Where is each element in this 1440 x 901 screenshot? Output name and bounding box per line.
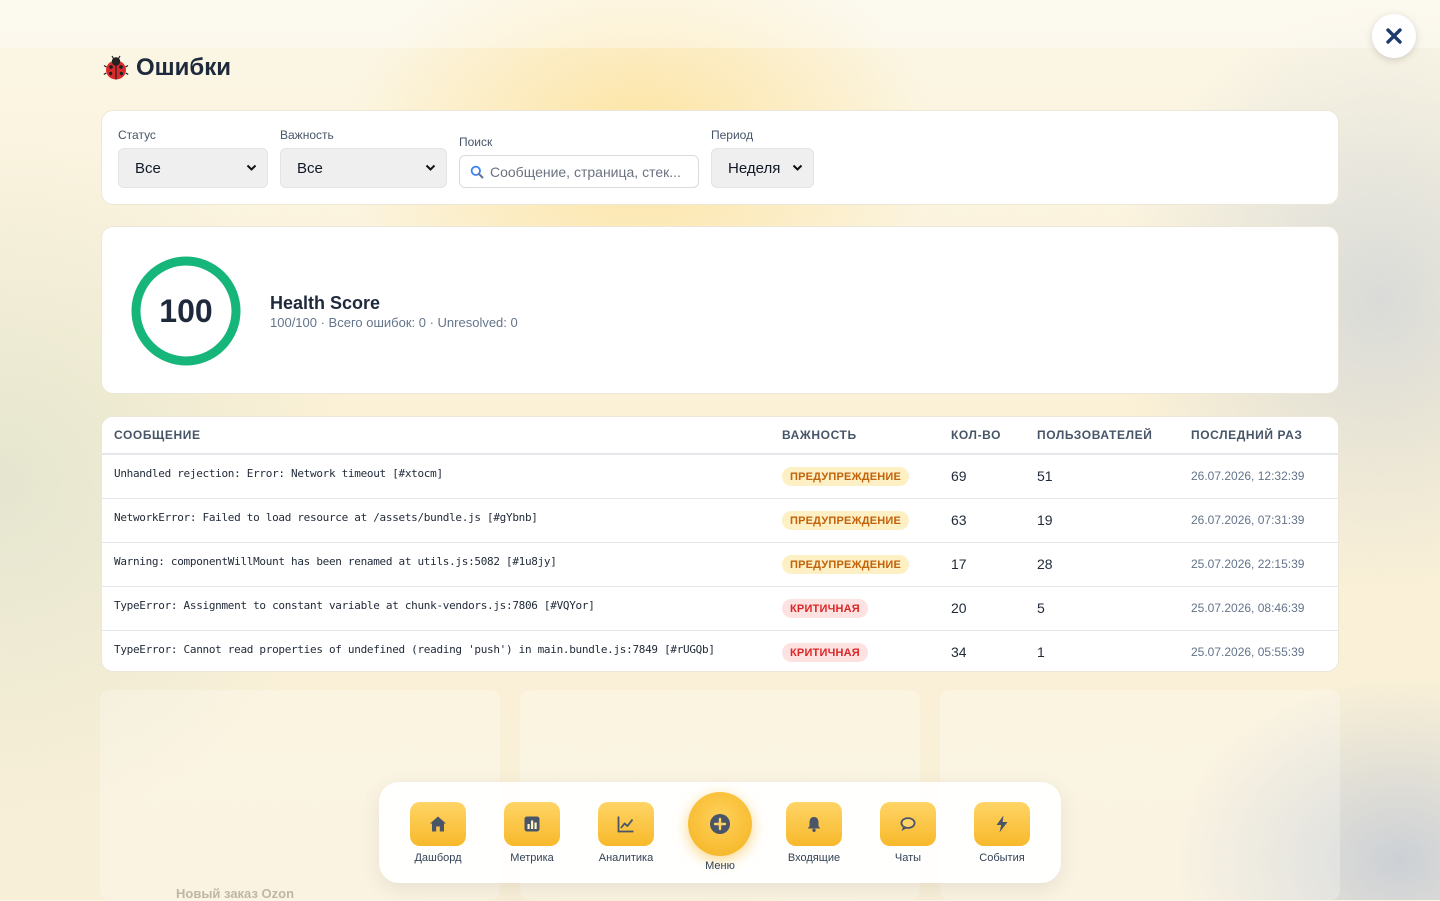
search-placeholder: Сообщение, страница, стек... <box>490 163 681 180</box>
dock-label: Входящие <box>787 852 841 864</box>
bottom-dock: Дашборд Метрика Аналитика Меню Входящие … <box>379 782 1061 883</box>
last-seen: 25.07.2026, 05:55:39 <box>1191 645 1305 659</box>
health-score-subtitle: 100/100 · Всего ошибок: 0 · Unresolved: … <box>270 315 518 330</box>
error-message: NetworkError: Failed to load resource at… <box>114 511 538 524</box>
page-title: Ошибки <box>102 54 231 82</box>
table-header: СООБЩЕНИЕ ВАЖНОСТЬ КОЛ-ВО ПОЛЬЗОВАТЕЛЕЙ … <box>102 417 1338 455</box>
table-row[interactable]: TypeError: Assignment to constant variab… <box>102 586 1338 631</box>
search-label: Поиск <box>459 135 493 149</box>
status-select-value: Все <box>135 159 161 177</box>
ladybug-icon <box>103 55 129 80</box>
bar-chart-icon <box>504 802 560 846</box>
period-select[interactable]: Неделя <box>711 148 814 188</box>
error-count: 34 <box>951 644 967 660</box>
table-row[interactable]: TypeError: Cannot read properties of und… <box>102 630 1338 671</box>
last-seen: 25.07.2026, 08:46:39 <box>1191 601 1305 615</box>
column-header-count[interactable]: КОЛ-ВО <box>951 428 1001 442</box>
home-icon <box>410 802 466 846</box>
error-count: 69 <box>951 468 967 484</box>
dock-label: Чаты <box>894 852 922 864</box>
filters-panel: Статус Все Важность Все Поиск Сообщение,… <box>101 110 1339 205</box>
dock-item-chats[interactable]: Чаты <box>868 802 948 864</box>
severity-select-value: Все <box>297 159 323 177</box>
severity-badge: ПРЕДУПРЕЖДЕНИЕ <box>782 467 910 486</box>
error-count: 63 <box>951 512 967 528</box>
severity-badge: ПРЕДУПРЕЖДЕНИЕ <box>782 511 910 530</box>
table-row[interactable]: NetworkError: Failed to load resource at… <box>102 498 1338 543</box>
column-header-last-seen[interactable]: ПОСЛЕДНИЙ РАЗ <box>1191 428 1302 442</box>
last-seen: 26.07.2026, 12:32:39 <box>1191 469 1305 483</box>
health-score-card: 100 Health Score 100/100 · Всего ошибок:… <box>101 226 1339 394</box>
dock-label: Метрика <box>510 852 554 864</box>
affected-users: 5 <box>1037 600 1045 616</box>
background-topbar <box>0 0 1440 48</box>
last-seen: 25.07.2026, 22:15:39 <box>1191 557 1305 571</box>
dock-item-events[interactable]: События <box>962 802 1042 864</box>
chat-bubble-icon <box>880 802 936 846</box>
column-header-users[interactable]: ПОЛЬЗОВАТЕЛЕЙ <box>1037 428 1152 442</box>
status-select[interactable]: Все <box>118 148 268 188</box>
close-icon <box>1386 28 1402 44</box>
health-score-title: Health Score <box>270 293 381 313</box>
column-header-severity[interactable]: ВАЖНОСТЬ <box>782 428 857 442</box>
affected-users: 51 <box>1037 468 1053 484</box>
close-button[interactable] <box>1372 14 1416 58</box>
chevron-down-icon <box>792 164 803 171</box>
error-message: TypeError: Cannot read properties of und… <box>114 643 715 656</box>
dock-item-metrics[interactable]: Метрика <box>492 802 572 864</box>
status-filter-label: Статус <box>118 128 156 142</box>
search-input[interactable]: Сообщение, страница, стек... <box>459 155 699 188</box>
affected-users: 28 <box>1037 556 1053 572</box>
errors-table: СООБЩЕНИЕ ВАЖНОСТЬ КОЛ-ВО ПОЛЬЗОВАТЕЛЕЙ … <box>101 416 1339 672</box>
chevron-down-icon <box>425 164 436 171</box>
severity-badge: ПРЕДУПРЕЖДЕНИЕ <box>782 555 910 574</box>
severity-filter-label: Важность <box>280 128 334 142</box>
chevron-down-icon <box>246 164 257 171</box>
dock-label: События <box>979 852 1025 864</box>
error-message: Warning: componentWillMount has been ren… <box>114 555 557 568</box>
period-select-value: Неделя <box>728 159 781 177</box>
severity-badge: КРИТИЧНАЯ <box>782 643 868 662</box>
search-icon <box>470 165 484 178</box>
affected-users: 1 <box>1037 644 1045 660</box>
column-header-message[interactable]: СООБЩЕНИЕ <box>114 428 201 442</box>
error-count: 17 <box>951 556 967 572</box>
affected-users: 19 <box>1037 512 1053 528</box>
page-title-text: Ошибки <box>136 54 232 81</box>
dock-label: Меню <box>705 860 735 872</box>
dock-item-analytics[interactable]: Аналитика <box>586 802 666 864</box>
health-score-value: 100 <box>159 292 213 329</box>
plus-circle-icon <box>710 814 730 834</box>
dock-item-inbox[interactable]: Входящие <box>774 802 854 864</box>
error-message: Unhandled rejection: Error: Network time… <box>114 467 443 480</box>
dock-item-dashboard[interactable]: Дашборд <box>398 802 478 864</box>
bell-icon <box>786 802 842 846</box>
dock-menu-button[interactable] <box>688 792 752 856</box>
dock-label: Аналитика <box>598 852 654 864</box>
severity-badge: КРИТИЧНАЯ <box>782 599 868 618</box>
table-row[interactable]: Warning: componentWillMount has been ren… <box>102 542 1338 587</box>
error-message: TypeError: Assignment to constant variab… <box>114 599 595 612</box>
severity-select[interactable]: Все <box>280 148 447 188</box>
table-row[interactable]: Unhandled rejection: Error: Network time… <box>102 454 1338 499</box>
dock-label: Дашборд <box>414 852 462 864</box>
line-chart-icon <box>598 802 654 846</box>
last-seen: 26.07.2026, 07:31:39 <box>1191 513 1305 527</box>
lightning-icon <box>974 802 1030 846</box>
period-filter-label: Период <box>711 128 754 142</box>
error-count: 20 <box>951 600 967 616</box>
background-footer-hint: Новый заказ Ozon <box>176 886 295 901</box>
